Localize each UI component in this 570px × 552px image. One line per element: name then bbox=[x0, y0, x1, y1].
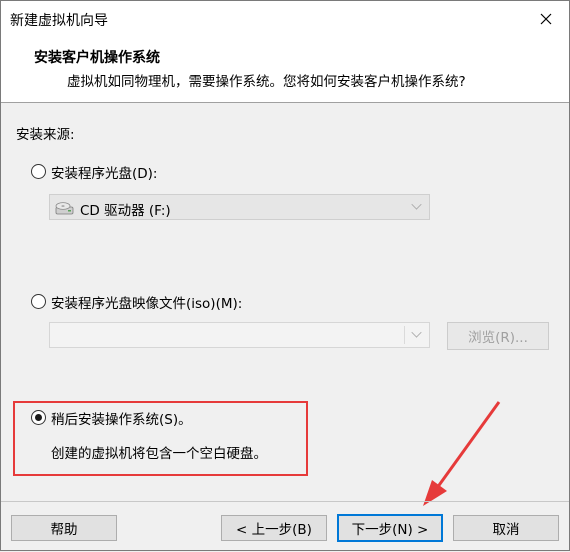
install-disc-radio[interactable] bbox=[31, 164, 46, 179]
drive-select-value: CD 驱动器 (F:) bbox=[80, 203, 171, 219]
wizard-header: 安装客户机操作系统 虚拟机如同物理机，需要操作系统。您将如何安装客户机操作系统? bbox=[1, 37, 569, 103]
back-button[interactable]: < 上一步(B) bbox=[221, 515, 327, 541]
help-button[interactable]: 帮助 bbox=[11, 515, 117, 541]
title-bar: 新建虚拟机向导 bbox=[1, 1, 569, 37]
cancel-button[interactable]: 取消 bbox=[453, 515, 559, 541]
install-later-radio[interactable] bbox=[31, 410, 46, 425]
page-subtitle: 虚拟机如同物理机，需要操作系统。您将如何安装客户机操作系统? bbox=[67, 74, 466, 90]
install-iso-label[interactable]: 安装程序光盘映像文件(iso)(M): bbox=[51, 292, 242, 312]
install-later-note: 创建的虚拟机将包含一个空白硬盘。 bbox=[51, 446, 267, 462]
combo-divider bbox=[404, 326, 405, 344]
page-title: 安装客户机操作系统 bbox=[34, 50, 160, 66]
chevron-down-icon bbox=[411, 199, 422, 210]
install-disc-label[interactable]: 安装程序光盘(D): bbox=[51, 162, 157, 182]
cd-drive-icon bbox=[55, 202, 74, 215]
chevron-down-icon bbox=[411, 327, 422, 338]
iso-path-combo[interactable] bbox=[49, 322, 430, 348]
footer-divider bbox=[1, 501, 569, 502]
browse-button[interactable]: 浏览(R)... bbox=[447, 322, 549, 350]
install-later-label[interactable]: 稍后安装操作系统(S)。 bbox=[51, 408, 192, 428]
close-button[interactable] bbox=[523, 1, 569, 37]
next-button[interactable]: 下一步(N) > bbox=[337, 514, 443, 542]
install-source-label: 安装来源: bbox=[16, 127, 75, 143]
install-iso-radio[interactable] bbox=[31, 294, 46, 309]
window-title: 新建虚拟机向导 bbox=[10, 13, 108, 29]
new-vm-wizard-window: 新建虚拟机向导 安装客户机操作系统 虚拟机如同物理机，需要操作系统。您将如何安装… bbox=[0, 0, 570, 551]
close-icon bbox=[540, 13, 552, 25]
drive-select[interactable]: CD 驱动器 (F:) bbox=[49, 194, 430, 220]
